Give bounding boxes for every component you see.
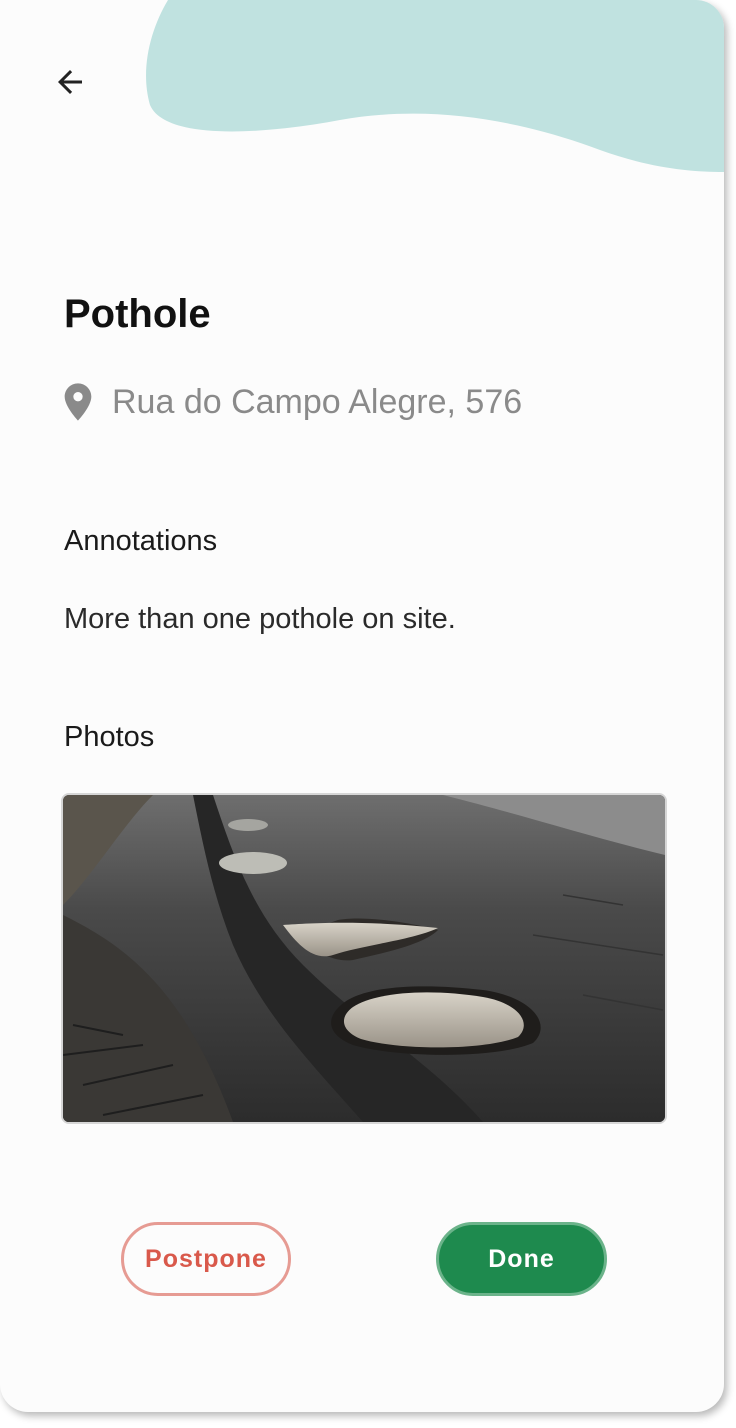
annotations-heading: Annotations (64, 525, 218, 557)
road-with-potholes-photo[interactable] (61, 793, 667, 1124)
photo-illustration (63, 795, 665, 1122)
back-button[interactable] (48, 60, 92, 104)
decorative-blob (146, 0, 724, 172)
done-button[interactable]: Done (436, 1222, 607, 1296)
annotation-text: More than one pothole on site. (64, 603, 456, 635)
postpone-button[interactable]: Postpone (121, 1222, 291, 1296)
location-row: Rua do Campo Alegre, 576 (62, 380, 522, 424)
location-pin-icon (64, 383, 92, 421)
page-title: Pothole (64, 292, 211, 336)
photos-heading: Photos (64, 721, 155, 753)
location-address: Rua do Campo Alegre, 576 (112, 383, 523, 421)
issue-detail-card: Pothole Rua do Campo Alegre, 576 Annotat… (0, 0, 724, 1412)
arrow-left-icon (58, 70, 82, 94)
